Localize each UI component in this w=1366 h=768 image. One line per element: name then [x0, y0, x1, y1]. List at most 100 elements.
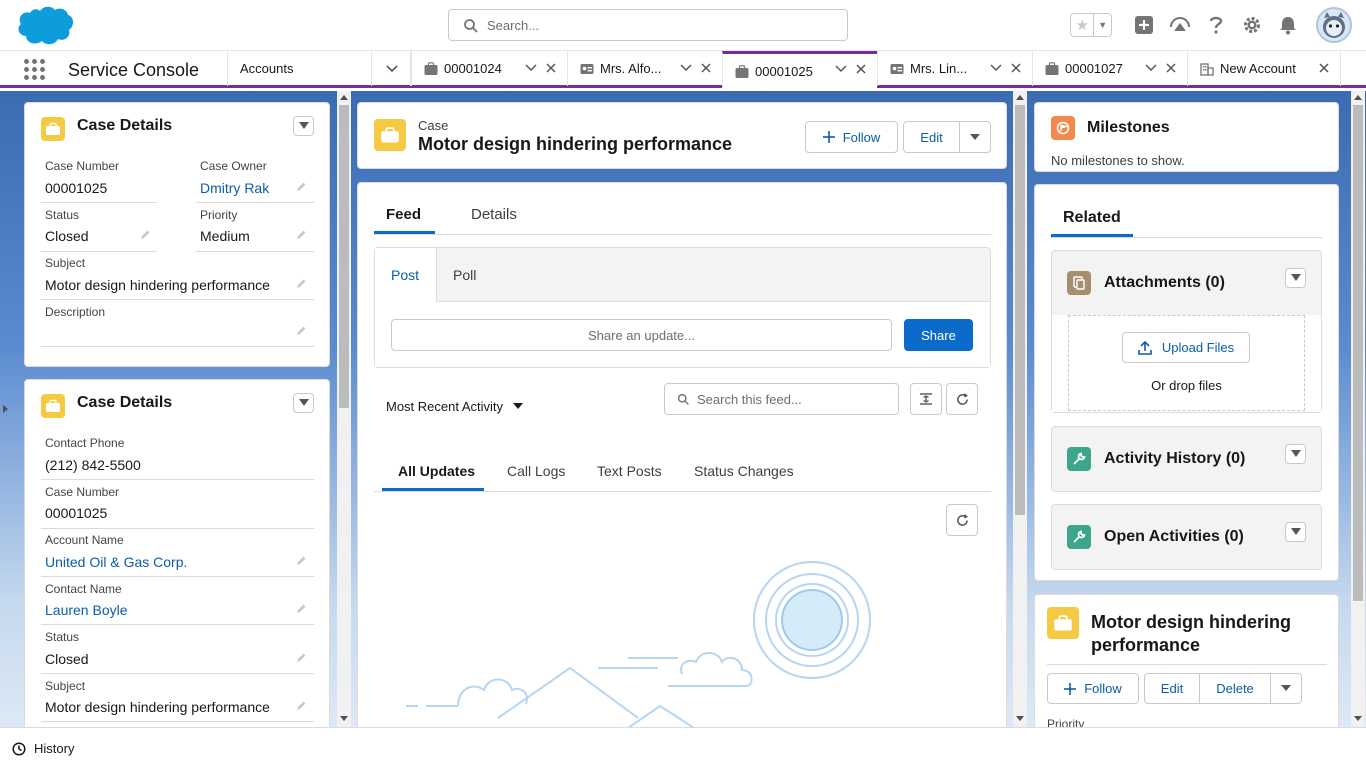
scroll-down-icon[interactable] [1354, 716, 1362, 721]
setup-gear-icon[interactable] [1241, 14, 1263, 36]
more-actions-button[interactable] [959, 121, 991, 153]
left-column-scrollbar[interactable] [337, 91, 351, 727]
case-icon [735, 64, 749, 78]
attachment-file-icon [1067, 271, 1091, 295]
card-menu-button[interactable] [293, 393, 314, 413]
edit-pencil-icon[interactable] [295, 555, 307, 567]
publisher-tab-poll[interactable]: Poll [437, 248, 497, 302]
tab-contact-alfo[interactable]: Mrs. Alfo... [567, 51, 722, 86]
chevron-down-icon [386, 65, 398, 73]
filter-call-logs[interactable]: Call Logs [507, 463, 565, 479]
follow-button[interactable]: Follow [1047, 673, 1139, 704]
wrench-icon [1067, 447, 1091, 471]
tab-case-00001024[interactable]: 00001024 [411, 51, 567, 86]
chevron-down-icon[interactable] [525, 62, 537, 74]
attachments-menu-button[interactable] [1285, 268, 1306, 288]
scroll-down-icon[interactable] [340, 716, 348, 721]
tab-label: 00001025 [755, 64, 813, 79]
refresh-feed-button[interactable] [946, 383, 978, 415]
edit-button[interactable]: Edit [903, 121, 960, 153]
scroll-up-icon[interactable] [1354, 95, 1362, 100]
publisher-tab-post[interactable]: Post [375, 248, 437, 302]
file-drop-zone[interactable]: Upload Files Or drop files [1068, 315, 1305, 411]
notifications-bell-icon[interactable] [1277, 14, 1299, 36]
edit-pencil-icon[interactable] [139, 229, 151, 241]
edit-pencil-icon[interactable] [295, 181, 307, 193]
sort-dropdown[interactable]: Most Recent Activity [386, 399, 524, 414]
expand-all-button[interactable] [910, 383, 942, 415]
delete-button[interactable]: Delete [1199, 673, 1271, 704]
chevron-down-icon[interactable] [680, 62, 692, 74]
app-launcher-icon[interactable] [24, 59, 45, 80]
divider [41, 673, 314, 674]
nav-item-accounts[interactable]: Accounts [227, 51, 371, 86]
star-icon[interactable]: ★ [1071, 14, 1095, 36]
tab-related[interactable]: Related [1063, 209, 1121, 227]
close-icon[interactable] [855, 63, 867, 75]
activity-history-menu-button[interactable] [1285, 444, 1306, 464]
card-menu-button[interactable] [293, 116, 314, 136]
right-column-scrollbar[interactable] [1351, 91, 1365, 727]
edit-pencil-icon[interactable] [295, 278, 307, 290]
refresh-list-button[interactable] [946, 504, 978, 536]
tab-case-00001025[interactable]: 00001025 [722, 51, 877, 89]
edit-button[interactable]: Edit [1144, 673, 1200, 704]
close-icon[interactable] [545, 62, 557, 74]
scroll-up-icon[interactable] [340, 95, 348, 100]
close-icon[interactable] [1165, 62, 1177, 74]
global-search-input[interactable]: Search... [448, 9, 848, 41]
scrollbar-thumb[interactable] [1353, 105, 1363, 601]
history-utility-item[interactable]: History [0, 728, 100, 768]
filter-all-updates[interactable]: All Updates [398, 463, 475, 479]
edit-pencil-icon[interactable] [295, 603, 307, 615]
feed-search-input[interactable]: Search this feed... [664, 383, 899, 415]
share-update-input[interactable]: Share an update... [391, 319, 892, 351]
close-icon[interactable] [1010, 62, 1022, 74]
global-create-icon[interactable] [1133, 14, 1155, 36]
edit-pencil-icon[interactable] [295, 325, 307, 337]
attachments-title[interactable]: Attachments (0) [1104, 274, 1225, 292]
chevron-down-icon[interactable] [990, 62, 1002, 74]
nav-menu-button[interactable] [371, 51, 411, 86]
more-actions-button[interactable] [1270, 673, 1302, 704]
trailhead-icon[interactable] [1169, 14, 1191, 36]
activity-history-title[interactable]: Activity History (0) [1104, 450, 1245, 468]
user-avatar[interactable] [1316, 7, 1352, 43]
chevron-down-icon [1290, 274, 1301, 281]
filter-status-changes[interactable]: Status Changes [694, 463, 794, 479]
open-activities-title[interactable]: Open Activities (0) [1104, 528, 1244, 546]
sidebar-expand-icon[interactable] [3, 405, 8, 413]
edit-pencil-icon[interactable] [295, 700, 307, 712]
close-icon[interactable] [700, 62, 712, 74]
filter-text-posts[interactable]: Text Posts [597, 463, 662, 479]
divider [41, 346, 314, 347]
center-column-scrollbar[interactable] [1013, 91, 1027, 727]
edit-pencil-icon[interactable] [295, 229, 307, 241]
tab-contact-lin[interactable]: Mrs. Lin... [877, 51, 1032, 86]
help-icon[interactable] [1205, 14, 1227, 36]
tab-new-account[interactable]: New Account [1187, 51, 1341, 86]
chevron-down-icon[interactable] [1145, 62, 1157, 74]
edit-pencil-icon[interactable] [295, 652, 307, 664]
scroll-down-icon[interactable] [1016, 716, 1024, 721]
chevron-down-icon[interactable] [835, 63, 847, 75]
open-activities-menu-button[interactable] [1285, 522, 1306, 542]
scrollbar-thumb[interactable] [339, 105, 349, 408]
follow-button[interactable]: Follow [805, 121, 898, 153]
contact-name-link[interactable]: Lauren Boyle [45, 602, 128, 618]
scroll-up-icon[interactable] [1016, 95, 1024, 100]
tab-feed[interactable]: Feed [386, 206, 421, 223]
share-button[interactable]: Share [904, 319, 973, 351]
case-owner-link[interactable]: Dmitry Rak [200, 180, 269, 196]
salesforce-logo[interactable] [15, 4, 75, 46]
tab-case-00001027[interactable]: 00001027 [1032, 51, 1187, 86]
case-icon [374, 119, 406, 151]
scrollbar-thumb[interactable] [1015, 105, 1025, 515]
tab-label: 00001027 [1065, 61, 1123, 76]
divider [196, 202, 314, 203]
tab-details[interactable]: Details [471, 206, 517, 223]
close-icon[interactable] [1318, 62, 1330, 74]
upload-files-button[interactable]: Upload Files [1122, 332, 1250, 363]
favorites-dropdown-icon[interactable]: ▼ [1094, 14, 1111, 36]
account-name-link[interactable]: United Oil & Gas Corp. [45, 554, 187, 570]
